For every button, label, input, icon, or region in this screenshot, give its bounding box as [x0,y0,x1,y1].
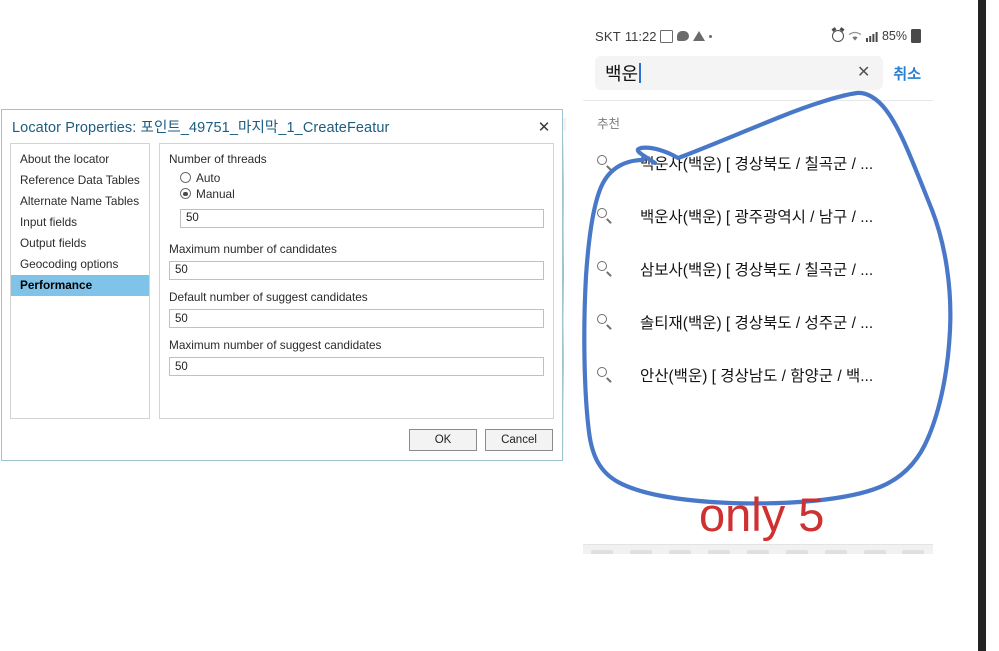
sidebar-item-about-the-locator[interactable]: About the locator [11,148,149,169]
keyboard-key-hint [708,550,731,554]
alarm-icon [831,30,844,42]
radio-threads-manual[interactable]: Manual [180,187,544,201]
suggestion-label: 솔티재(백운) [ 경상북도 / 성주군 / ... [640,314,874,332]
radio-circle-icon [180,172,191,184]
keyboard-key-row-hint [583,544,933,554]
radio-threads-auto[interactable]: Auto [180,171,544,185]
message-bubble-icon [677,31,690,41]
keyboard-key-hint [902,550,925,554]
text-caret [639,63,641,83]
cancel-button[interactable]: Cancel [485,429,553,451]
close-icon[interactable]: ✕ [534,117,554,137]
suggestions-list: 백운사(백운) [ 경상북도 / 칠곡군 / ... 백운사(백운) [ 광주광… [583,134,933,401]
wifi-icon [848,31,862,41]
dialog-sidebar: About the locator Reference Data Tables … [10,143,150,419]
default-suggest-candidates-label: Default number of suggest candidates [169,289,368,304]
keyboard-key-hint [669,550,692,554]
sidebar-item-geocoding-options[interactable]: Geocoding options [11,254,149,275]
battery-percent-label: 85% [881,29,907,43]
search-input-value: 백운 [605,64,639,84]
clear-icon[interactable]: ✕ [854,65,873,81]
search-input[interactable]: 백운 ✕ [595,56,884,90]
dot-icon [709,34,713,38]
suggestion-label: 백운사(백운) [ 광주광역시 / 남구 / ... [640,208,874,226]
performance-panel: Number of threads Auto Manual Maximum nu… [159,143,554,419]
page-title: Locator Properties: 포인트_49751_마지막_1_Crea… [12,120,390,136]
list-item[interactable]: 안산(백운) [ 경상남도 / 함양군 / 백... [583,348,933,401]
max-candidates-input[interactable] [169,260,544,280]
list-item[interactable]: 백운사(백운) [ 광주광역시 / 남구 / ... [583,189,933,242]
keyboard-key-hint [863,550,886,554]
threads-value-input[interactable] [180,208,544,228]
sidebar-item-input-fields[interactable]: Input fields [11,211,149,232]
suggestions-section-header: 추천 [597,117,621,131]
warning-triangle-icon [693,31,706,41]
keyboard-key-hint [746,550,769,554]
list-item[interactable]: 삼보사(백운) [ 경상북도 / 칠곡군 / ... [583,242,933,295]
search-icon [597,154,613,171]
radio-threads-auto-label: Auto [196,170,221,185]
qr-icon [660,29,674,43]
phone-screenshot: SKT 11:22 85% 백운 ✕ 취소 추천 백운사(백운) [경상북도 … [583,22,933,562]
right-edge-strip [978,0,986,651]
suggestion-label: 백운사(백운) [ 경상북도 / 칠곡군 / ... [640,155,874,173]
keyboard-key-hint [785,550,808,554]
radio-circle-selected-icon [180,188,191,200]
status-bar-right-group: 85% [831,29,921,43]
list-item[interactable]: 솔티재(백운) [ 경상북도 / 성주군 / ... [583,295,933,348]
keyboard-top-edge [583,538,933,562]
battery-icon [911,29,921,43]
keyboard-key-hint [591,550,614,554]
dialog-body: About the locator Reference Data Tables … [10,143,554,419]
search-icon [597,207,613,224]
status-bar-left-group: SKT 11:22 [595,28,713,44]
number-of-threads-label: Number of threads [169,152,267,166]
phone-status-bar: SKT 11:22 85% [583,22,933,50]
max-suggest-candidates-input[interactable] [169,357,544,377]
cancel-search-button[interactable]: 취소 [891,63,921,84]
carrier-label: SKT [595,28,621,44]
max-suggest-candidates-label: Maximum number of suggest candidates [169,338,382,353]
suggestion-label: 안산(백운) [ 경상남도 / 함양군 / 백... [640,367,874,385]
phone-search-bar: 백운 ✕ 취소 [583,50,933,100]
keyboard-key-hint [630,550,653,554]
clock-label: 11:22 [624,28,657,44]
default-suggest-candidates-input[interactable] [169,309,544,329]
signal-bars-icon [865,31,878,42]
locator-properties-dialog: Locator Properties: 포인트_49751_마지막_1_Crea… [1,109,563,461]
suggestion-label: 삼보사(백운) [ 경상북도 / 칠곡군 / ... [640,261,874,279]
max-candidates-label: Maximum number of candidates [169,241,337,256]
dialog-titlebar: Locator Properties: 포인트_49751_마지막_1_Crea… [2,110,562,143]
ok-button[interactable]: OK [409,429,477,451]
list-item[interactable]: 백운사(백운) [ 경상북도 / 칠곡군 / ... [583,136,933,189]
sidebar-item-output-fields[interactable]: Output fields [11,233,149,254]
radio-threads-manual-label: Manual [196,186,235,201]
search-icon [597,366,613,383]
sidebar-item-alternate-name-tables[interactable]: Alternate Name Tables [11,190,149,211]
search-icon [597,260,613,277]
sidebar-item-performance[interactable]: Performance [11,274,149,297]
keyboard-key-hint [824,550,847,554]
search-icon [597,313,613,330]
sidebar-item-reference-data-tables[interactable]: Reference Data Tables [11,169,149,190]
dialog-button-bar: OK Cancel [409,429,553,451]
